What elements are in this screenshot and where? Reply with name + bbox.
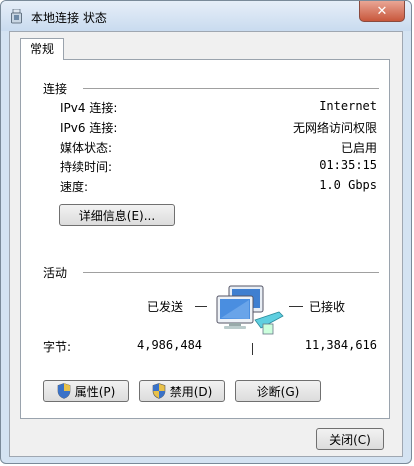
- sent-dash: [195, 306, 207, 308]
- activity-section-title: 活动: [43, 266, 68, 280]
- disable-button[interactable]: 禁用(D): [139, 380, 225, 402]
- title-bar[interactable]: 本地连接 状态 ✕: [1, 1, 411, 31]
- window-title: 本地连接 状态: [31, 11, 107, 25]
- close-window-button[interactable]: ✕: [359, 1, 405, 22]
- received-label: 已接收: [309, 300, 346, 314]
- media-state-label: 媒体状态:: [60, 141, 113, 155]
- ipv6-label: IPv6 连接:: [60, 121, 118, 135]
- properties-button-label: 属性(P): [74, 384, 116, 399]
- connection-divider: [83, 88, 379, 90]
- uac-shield-icon: [152, 383, 165, 399]
- details-button-label: 详细信息(E)...: [78, 208, 156, 223]
- speed-value: 1.0 Gbps: [319, 178, 377, 192]
- duration-label: 持续时间:: [60, 160, 113, 174]
- ipv4-value: Internet: [319, 99, 377, 113]
- status-dialog: 本地连接 状态 ✕ 常规 连接 IPv4 连接: Internet IPv6 连…: [0, 0, 412, 464]
- bytes-received-value: 11,384,616: [304, 338, 377, 352]
- properties-button[interactable]: 属性(P): [43, 380, 129, 402]
- activity-divider: [83, 272, 379, 274]
- sent-label: 已发送: [147, 300, 184, 314]
- bytes-sent-value: 4,986,484: [137, 338, 203, 352]
- received-dash: [289, 306, 303, 308]
- speed-label: 速度:: [60, 180, 89, 194]
- details-button[interactable]: 详细信息(E)...: [59, 204, 175, 226]
- media-state-value: 已启用: [340, 141, 377, 155]
- close-button[interactable]: 关闭(C): [316, 428, 384, 450]
- diagnose-button[interactable]: 诊断(G): [235, 380, 321, 402]
- disable-button-label: 禁用(D): [169, 384, 213, 399]
- network-computers-icon: [216, 285, 284, 335]
- duration-value: 01:35:15: [319, 158, 377, 172]
- connection-section-title: 连接: [43, 82, 68, 96]
- tab-general[interactable]: 常规: [20, 38, 64, 60]
- activity-separator: [252, 343, 253, 355]
- ipv4-label: IPv4 连接:: [60, 101, 118, 115]
- dialog-client-area: 常规 连接 IPv4 连接: Internet IPv6 连接: 无网络访问权限…: [9, 31, 403, 457]
- close-icon: ✕: [376, 3, 388, 19]
- general-tab-panel: 连接 IPv4 连接: Internet IPv6 连接: 无网络访问权限 媒体…: [20, 59, 390, 419]
- close-button-label: 关闭(C): [329, 432, 371, 447]
- ipv6-value: 无网络访问权限: [292, 121, 377, 135]
- diagnose-button-label: 诊断(G): [256, 384, 300, 399]
- network-adapter-icon: [11, 9, 22, 24]
- bytes-label: 字节:: [43, 340, 72, 354]
- uac-shield-icon: [57, 383, 70, 399]
